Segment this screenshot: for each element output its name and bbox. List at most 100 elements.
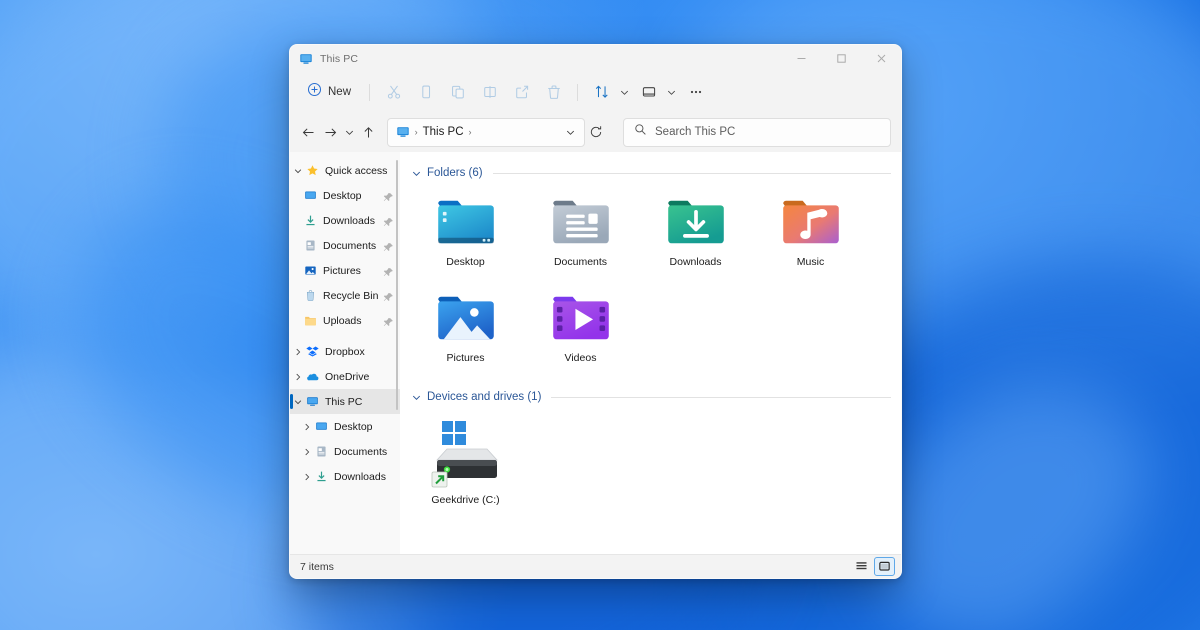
- paste-button[interactable]: [442, 78, 473, 106]
- chevron-down-icon[interactable]: [410, 393, 423, 402]
- folder-item-label: Videos: [565, 352, 597, 364]
- folder-music-icon: [779, 192, 843, 252]
- sidebar-item-label: Documents: [323, 240, 376, 252]
- folder-item-desktop[interactable]: Desktop: [408, 188, 523, 284]
- breadcrumb-separator: ›: [415, 127, 418, 137]
- navigation-pane: Quick access Desktop Downloads: [290, 152, 400, 554]
- folder-downloads-icon: [664, 192, 728, 252]
- folder-item-label: Downloads: [670, 256, 722, 268]
- pin-icon[interactable]: [383, 240, 394, 251]
- pin-icon[interactable]: [383, 215, 394, 226]
- chevron-down-icon[interactable]: [290, 398, 305, 406]
- recent-locations-chevron-down-icon[interactable]: [342, 119, 356, 146]
- group-divider: [551, 397, 891, 398]
- sidebar-item-pictures[interactable]: Pictures: [290, 258, 400, 283]
- dropbox-icon: [305, 344, 320, 359]
- window-title: This PC: [320, 53, 358, 65]
- sort-button[interactable]: [586, 78, 617, 106]
- pictures-icon: [303, 263, 318, 278]
- copy-button[interactable]: [410, 78, 441, 106]
- minimize-button[interactable]: [781, 45, 821, 72]
- back-button[interactable]: [298, 119, 319, 146]
- folder-item-downloads[interactable]: Downloads: [638, 188, 753, 284]
- folders-grid: Desktop: [408, 188, 901, 380]
- pin-icon[interactable]: [383, 265, 394, 276]
- view-chevron-down-icon[interactable]: [664, 78, 679, 106]
- chevron-down-icon[interactable]: [410, 169, 423, 178]
- folder-item-documents[interactable]: Documents: [523, 188, 638, 284]
- new-button-label: New: [328, 86, 351, 98]
- sidebar-scrollbar[interactable]: [396, 160, 398, 410]
- delete-button[interactable]: [538, 78, 569, 106]
- breadcrumb-separator[interactable]: ›: [469, 127, 472, 137]
- sidebar-item-label: Documents: [334, 446, 387, 458]
- sidebar-item-label: Desktop: [334, 421, 373, 433]
- sidebar-item-this-pc-downloads[interactable]: Downloads: [290, 464, 400, 489]
- maximize-button[interactable]: [821, 45, 861, 72]
- folder-icon: [303, 313, 318, 328]
- forward-button[interactable]: [320, 119, 341, 146]
- title-bar[interactable]: This PC: [290, 45, 901, 72]
- large-icons-view-button[interactable]: [874, 557, 895, 576]
- search-input[interactable]: Search This PC: [623, 118, 891, 147]
- drive-item-label: Geekdrive (C:): [431, 494, 499, 506]
- chevron-right-icon[interactable]: [299, 473, 314, 481]
- folder-pictures-icon: [434, 288, 498, 348]
- folder-desktop-icon: [434, 192, 498, 252]
- sort-chevron-down-icon[interactable]: [617, 78, 632, 106]
- sidebar-item-label: This PC: [325, 396, 362, 408]
- address-chevron-down-icon[interactable]: [561, 120, 581, 144]
- explorer-body: Quick access Desktop Downloads: [290, 152, 901, 554]
- share-button[interactable]: [506, 78, 537, 106]
- view-group: [633, 78, 679, 106]
- chevron-down-icon[interactable]: [290, 167, 305, 175]
- folder-item-pictures[interactable]: Pictures: [408, 284, 523, 380]
- sidebar-item-label: Downloads: [334, 471, 386, 483]
- item-count: 7 items: [300, 561, 334, 573]
- sidebar-item-onedrive[interactable]: OneDrive: [290, 364, 400, 389]
- folder-item-videos[interactable]: Videos: [523, 284, 638, 380]
- group-header-folders[interactable]: Folders (6): [410, 162, 901, 184]
- details-view-button[interactable]: [851, 557, 872, 576]
- chevron-right-icon[interactable]: [290, 348, 305, 356]
- sidebar-item-documents[interactable]: Documents: [290, 233, 400, 258]
- address-bar[interactable]: › This PC ›: [387, 118, 585, 147]
- pin-icon[interactable]: [383, 315, 394, 326]
- command-toolbar: New: [290, 72, 901, 112]
- group-header-devices[interactable]: Devices and drives (1): [410, 386, 901, 408]
- up-button[interactable]: [357, 119, 378, 146]
- sidebar-item-quick-access[interactable]: Quick access: [290, 158, 400, 183]
- sort-group: [586, 78, 632, 106]
- more-options-button[interactable]: [680, 78, 711, 106]
- sidebar-item-label: Dropbox: [325, 346, 365, 358]
- pin-icon[interactable]: [383, 190, 394, 201]
- pin-icon[interactable]: [383, 290, 394, 301]
- folder-item-label: Pictures: [447, 352, 485, 364]
- view-button[interactable]: [633, 78, 664, 106]
- this-pc-icon: [396, 125, 410, 139]
- devices-grid: Geekdrive (C:): [408, 412, 901, 522]
- breadcrumb-this-pc[interactable]: This PC: [423, 126, 464, 138]
- chevron-right-icon[interactable]: [290, 373, 305, 381]
- sidebar-item-desktop[interactable]: Desktop: [290, 183, 400, 208]
- sidebar-item-recycle-bin[interactable]: Recycle Bin: [290, 283, 400, 308]
- sidebar-item-this-pc[interactable]: This PC: [290, 389, 400, 414]
- refresh-button[interactable]: [586, 120, 606, 144]
- desktop-icon: [303, 188, 318, 203]
- sidebar-item-this-pc-desktop[interactable]: Desktop: [290, 414, 400, 439]
- new-button[interactable]: New: [300, 78, 361, 106]
- sidebar-item-uploads[interactable]: Uploads: [290, 308, 400, 333]
- plus-circle-icon: [307, 82, 322, 102]
- folder-item-music[interactable]: Music: [753, 188, 868, 284]
- hard-drive-icon: [429, 418, 503, 490]
- sidebar-item-dropbox[interactable]: Dropbox: [290, 339, 400, 364]
- sidebar-item-downloads[interactable]: Downloads: [290, 208, 400, 233]
- chevron-right-icon[interactable]: [299, 448, 314, 456]
- cut-button[interactable]: [378, 78, 409, 106]
- rename-button[interactable]: [474, 78, 505, 106]
- drive-item-geekdrive-c[interactable]: Geekdrive (C:): [408, 412, 523, 522]
- sidebar-item-this-pc-documents[interactable]: Documents: [290, 439, 400, 464]
- close-button[interactable]: [861, 45, 901, 72]
- sidebar-item-label: Desktop: [323, 190, 362, 202]
- chevron-right-icon[interactable]: [299, 423, 314, 431]
